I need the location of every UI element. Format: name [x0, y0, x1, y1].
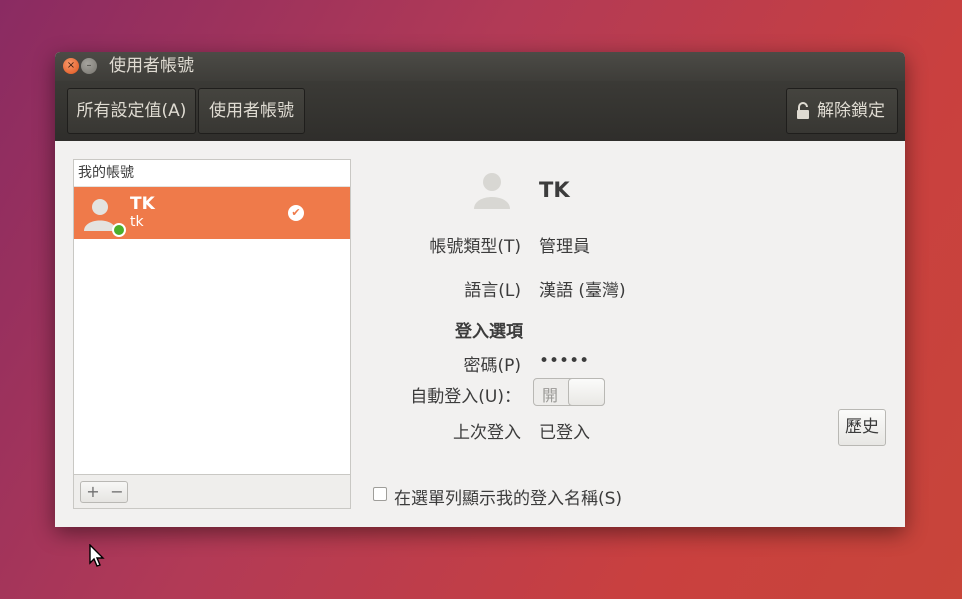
account-type-value[interactable]: 管理員 — [539, 232, 590, 257]
window-title: 使用者帳號 — [109, 56, 194, 76]
user-list-name: TK — [130, 194, 155, 214]
last-login-label: 上次登入 — [453, 423, 521, 443]
all-settings-button[interactable]: 所有設定值(A) — [67, 88, 196, 134]
switch-knob — [568, 378, 605, 406]
titlebar: × – 使用者帳號 — [55, 52, 905, 81]
user-accounts-window: × – 使用者帳號 所有設定值(A) 使用者帳號 解除鎖定 我的帳號 TK tk… — [55, 52, 905, 567]
user-list-login: tk — [130, 214, 144, 230]
user-list-item[interactable]: TK tk ✔ — [74, 187, 350, 239]
history-button[interactable]: 歷史 — [838, 409, 886, 446]
user-list: 我的帳號 TK tk ✔ — [73, 159, 351, 475]
online-status-indicator — [112, 223, 126, 237]
user-accounts-breadcrumb-button[interactable]: 使用者帳號 — [198, 88, 305, 134]
add-user-button[interactable]: + — [81, 482, 105, 502]
user-full-name[interactable]: TK — [539, 178, 570, 202]
check-icon: ✔ — [288, 205, 304, 221]
show-login-name-checkbox[interactable] — [373, 487, 387, 501]
password-value[interactable]: ••••• — [539, 351, 589, 371]
minimize-button[interactable]: – — [81, 58, 97, 74]
close-button[interactable]: × — [63, 58, 79, 74]
show-login-name-label[interactable]: 在選單列顯示我的登入名稱(S) — [394, 484, 622, 509]
main-content: 我的帳號 TK tk ✔ + − TK 帳號類型(T) 管理員 語言(L) 漢語… — [55, 141, 905, 567]
header-bar: 所有設定值(A) 使用者帳號 解除鎖定 — [55, 81, 905, 141]
login-options-heading: 登入選項 — [455, 322, 523, 342]
add-remove-buttons: + − — [80, 481, 128, 503]
list-toolbar: + − — [73, 475, 351, 509]
remove-user-button[interactable]: − — [105, 482, 129, 502]
pointer-cursor-icon — [89, 544, 105, 567]
list-header: 我的帳號 — [74, 160, 350, 187]
minimize-icon: – — [86, 60, 92, 71]
user-avatar-icon[interactable] — [471, 168, 513, 210]
language-label: 語言(L) — [464, 281, 521, 301]
auto-login-switch[interactable]: 開 — [533, 378, 605, 406]
language-value[interactable]: 漢語 (臺灣) — [539, 276, 626, 301]
close-icon: × — [66, 60, 76, 71]
auto-login-label: 自動登入(U)： — [410, 387, 521, 407]
lock-icon — [797, 102, 809, 119]
unlock-button[interactable]: 解除鎖定 — [786, 88, 898, 134]
last-login-value: 已登入 — [539, 423, 590, 443]
unlock-label: 解除鎖定 — [817, 101, 885, 121]
account-type-label: 帳號類型(T) — [429, 237, 521, 257]
password-label: 密碼(P) — [463, 356, 521, 376]
switch-state-label: 開 — [542, 386, 559, 405]
